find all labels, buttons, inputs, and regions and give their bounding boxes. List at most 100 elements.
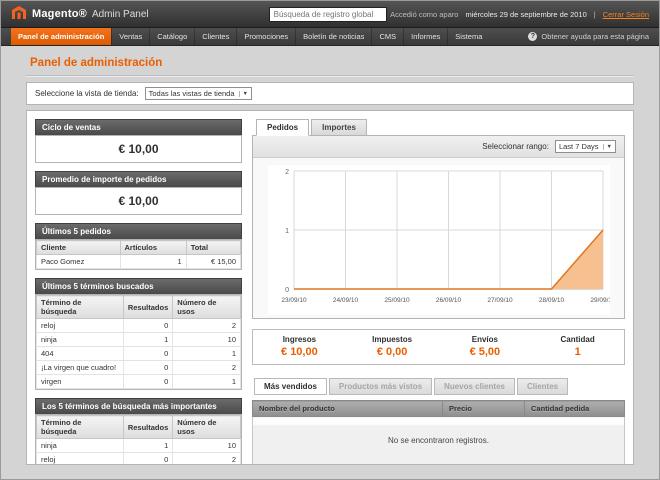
x-tick-label: 25/09/10 — [384, 297, 410, 304]
search-term-row[interactable]: ninja 1 10 — [37, 333, 241, 347]
tab-importes[interactable]: Importes — [311, 119, 367, 136]
cell-results: 1 — [123, 439, 172, 453]
magento-admin-app: Magento® Admin Panel Accedió como aparo … — [1, 1, 659, 465]
nav-item-catalogo[interactable]: Catálogo — [149, 28, 194, 45]
grid-tab-productos-mas-vistos[interactable]: Productos más vistos — [329, 378, 432, 395]
x-tick-label: 27/09/10 — [487, 297, 513, 304]
average-orders-panel: Promedio de importe de pedidos € 10,00 — [35, 171, 242, 215]
brand: Magento® Admin Panel — [11, 6, 149, 22]
col-header: Cliente — [37, 241, 121, 255]
nav-item-ventas[interactable]: Ventas — [111, 28, 149, 45]
search-term-row[interactable]: ¡La virgen que cuadro! 0 2 — [37, 361, 241, 375]
store-view-select[interactable]: Todas las vistas de tienda ▼ — [145, 87, 252, 100]
help-link[interactable]: ? Obtener ayuda para esta página — [528, 28, 649, 45]
empty-row: No se encontraron registros. — [253, 417, 625, 465]
stat-label: Envíos — [439, 335, 532, 344]
cell-results: 0 — [123, 375, 172, 389]
cell-results: 0 — [123, 453, 172, 466]
x-axis-labels: 23/09/10 24/09/10 25/09/10 26/09/10 27/0… — [281, 297, 610, 304]
search-term-row[interactable]: reloj 0 2 — [37, 319, 241, 333]
dashboard-content: Ciclo de ventas € 10,00 Promedio de impo… — [26, 110, 634, 465]
x-tick-label: 23/09/10 — [281, 297, 307, 304]
magento-logo-icon — [11, 6, 27, 22]
stat-ingresos: Ingresos € 10,00 — [253, 335, 346, 358]
cell-total: € 15,00 — [186, 255, 240, 269]
page-title: Panel de administración — [26, 54, 634, 75]
y-axis-labels: 2 1 0 — [285, 169, 289, 294]
chart-panel: Seleccionar rango: Last 7 Days ▼ — [252, 135, 625, 319]
logged-in-text: Accedió como aparo — [390, 10, 458, 19]
col-header: Número de usos — [173, 296, 241, 319]
search-term-row[interactable]: reloj 0 2 — [37, 453, 241, 466]
average-orders-value: € 10,00 — [35, 187, 242, 215]
search-term-row[interactable]: ninja 1 10 — [37, 439, 241, 453]
cell-uses: 1 — [173, 375, 241, 389]
nav-item-informes[interactable]: Informes — [403, 28, 447, 45]
cell-term: 404 — [37, 347, 124, 361]
right-column: Pedidos Importes Seleccionar rango: Last… — [252, 119, 625, 456]
panel-body: Término de búsqueda Resultados Número de… — [35, 414, 242, 465]
nav-item-sistema[interactable]: Sistema — [447, 28, 489, 45]
cell-results: 1 — [123, 333, 172, 347]
col-header: Número de usos — [173, 416, 241, 439]
grid-tab-mas-vendidos[interactable]: Más vendidos — [254, 378, 327, 395]
search-term-row[interactable]: 404 0 1 — [37, 347, 241, 361]
global-search-input[interactable] — [269, 7, 387, 22]
cell-results: 0 — [123, 347, 172, 361]
lifetime-sales-value: € 10,00 — [35, 135, 242, 163]
panel-title: Los 5 términos de búsqueda más important… — [35, 398, 242, 414]
store-switcher: Seleccione la vista de tienda: Todas las… — [26, 82, 634, 105]
brand-suffix: Admin Panel — [92, 9, 149, 20]
order-row[interactable]: Paco Gomez 1 € 15,00 — [37, 255, 241, 269]
cell-term: reloj — [37, 453, 124, 466]
grid-tab-nuevos-clientes[interactable]: Nuevos clientes — [434, 378, 515, 395]
stat-label: Cantidad — [531, 335, 624, 344]
y-tick-label: 0 — [285, 287, 289, 294]
nav-item-promociones[interactable]: Promociones — [236, 28, 295, 45]
col-header: Total — [186, 241, 240, 255]
search-term-row[interactable]: virgen 0 1 — [37, 375, 241, 389]
cell-term: virgen — [37, 375, 124, 389]
logout-link[interactable]: Cerrar Sesión — [603, 10, 649, 19]
orders-chart: 2 1 0 23/09/10 24/09/10 25/09/10 26/09/1… — [268, 165, 610, 315]
session-info: Accedió como aparo miércoles 29 de septi… — [390, 10, 649, 19]
stat-value: € 0,00 — [346, 346, 439, 358]
range-select[interactable]: Last 7 Days ▼ — [555, 140, 616, 153]
col-header-product: Nombre del producto — [253, 401, 443, 417]
divider — [26, 75, 634, 76]
range-bar: Seleccionar rango: Last 7 Days ▼ — [253, 136, 624, 158]
x-tick-label: 29/09/10 — [590, 297, 610, 304]
chart-tabs: Pedidos Importes — [252, 119, 625, 136]
panel-body: Término de búsqueda Resultados Número de… — [35, 294, 242, 390]
col-header: Resultados — [123, 296, 172, 319]
col-header: Término de búsqueda — [37, 416, 124, 439]
nav-item-cms[interactable]: CMS — [371, 28, 403, 45]
chevron-down-icon: ▼ — [239, 91, 248, 97]
stat-label: Impuestos — [346, 335, 439, 344]
cell-uses: 2 — [173, 453, 241, 466]
panel-title: Últimos 5 pedidos — [35, 223, 242, 239]
range-label: Seleccionar rango: — [482, 142, 549, 151]
tab-pedidos[interactable]: Pedidos — [256, 119, 309, 136]
nav-item-dashboard[interactable]: Panel de administración — [11, 28, 111, 45]
nav-item-clientes[interactable]: Clientes — [194, 28, 236, 45]
stat-value: € 10,00 — [253, 346, 346, 358]
panel-title: Últimos 5 términos buscados — [35, 278, 242, 294]
panel-body: Cliente Artículos Total Paco Gomez 1 € 1… — [35, 239, 242, 270]
top-header: Magento® Admin Panel Accedió como aparo … — [1, 1, 659, 28]
grid-tab-clientes[interactable]: Clientes — [517, 378, 568, 395]
range-select-value: Last 7 Days — [559, 142, 599, 151]
col-header-qty: Cantidad pedida — [525, 401, 625, 417]
chart-wrap: 2 1 0 23/09/10 24/09/10 25/09/10 26/09/1… — [253, 158, 624, 318]
col-header: Artículos — [120, 241, 186, 255]
x-tick-label: 26/09/10 — [435, 297, 461, 304]
y-tick-label: 2 — [285, 169, 289, 176]
nav-item-boletin[interactable]: Boletín de noticias — [295, 28, 371, 45]
stat-cantidad: Cantidad 1 — [531, 335, 624, 358]
help-label: Obtener ayuda para esta página — [541, 32, 649, 41]
x-tick-label: 28/09/10 — [538, 297, 564, 304]
cell-term: reloj — [37, 319, 124, 333]
col-header: Resultados — [123, 416, 172, 439]
panel-title: Promedio de importe de pedidos — [35, 171, 242, 187]
stat-envios: Envíos € 5,00 — [439, 335, 532, 358]
